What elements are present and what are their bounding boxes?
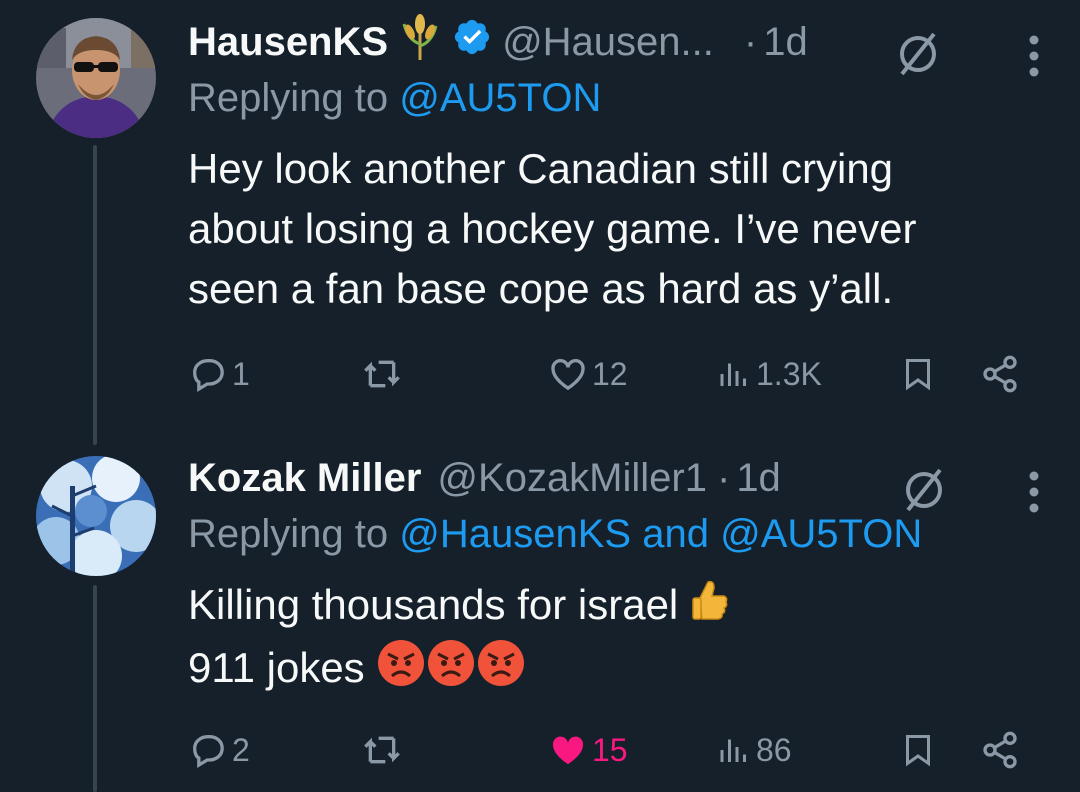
- like-button[interactable]: 12: [548, 350, 628, 398]
- tweet-hausenks[interactable]: HausenKS @Hausen... · 1d Replying to @AU…: [0, 0, 1080, 440]
- tweet-text-line: Hey look another Canadian still crying: [188, 145, 894, 192]
- action-bar: 2 15 86: [188, 726, 1028, 774]
- bookmark-icon: [906, 735, 930, 767]
- wheat-icon: [398, 14, 442, 70]
- share-icon: [983, 355, 1017, 393]
- retweet-icon: [364, 360, 400, 388]
- share-icon: [983, 731, 1017, 769]
- reply-count: 1: [232, 355, 250, 392]
- replying-to: Replying to @AU5TON: [188, 76, 1040, 121]
- handle[interactable]: @Hausen...: [502, 20, 714, 65]
- bookmark-button[interactable]: [900, 350, 936, 398]
- share-button[interactable]: [980, 726, 1020, 774]
- replying-to: Replying to @HausenKS and @AU5TON: [188, 512, 1040, 557]
- avatar-hausenks[interactable]: [36, 18, 156, 138]
- thumbs-up-emoji: [690, 578, 730, 638]
- views-count: 1.3K: [756, 355, 822, 392]
- reply-button[interactable]: 1: [188, 350, 250, 398]
- views-button[interactable]: 1.3K: [716, 350, 822, 398]
- mention-link[interactable]: @AU5TON: [399, 76, 601, 120]
- reply-count: 2: [232, 731, 250, 768]
- bookmark-icon: [906, 359, 930, 391]
- retweet-button[interactable]: [360, 726, 408, 774]
- views-icon: [720, 739, 746, 762]
- tweet-text-line: seen a fan base cope as hard as y’all.: [188, 265, 894, 312]
- timestamp[interactable]: 1d: [736, 456, 781, 501]
- views-icon: [720, 363, 746, 386]
- display-name[interactable]: HausenKS: [188, 20, 388, 65]
- dot-separator: ·: [743, 19, 758, 64]
- reply-icon: [192, 359, 224, 392]
- retweet-icon: [364, 736, 400, 764]
- avatar-kozakmiller[interactable]: [36, 456, 156, 576]
- views-count: 86: [756, 731, 792, 768]
- angry-face-emoji: [376, 638, 426, 704]
- dot-separator: ·: [716, 455, 731, 500]
- verified-badge-icon[interactable]: [452, 17, 492, 67]
- handle[interactable]: @KozakMiller1: [437, 456, 707, 501]
- reply-icon: [192, 735, 224, 768]
- display-name[interactable]: Kozak Miller: [188, 456, 421, 501]
- tweet-text: Hey look another Canadian still crying a…: [188, 139, 1040, 319]
- tweet-kozakmiller[interactable]: Kozak Miller @KozakMiller1 · 1d Replying…: [0, 440, 1080, 792]
- tweet-text-line: Killing thousands for israel: [188, 581, 679, 628]
- share-button[interactable]: [980, 350, 1020, 398]
- mention-link[interactable]: @AU5TON: [720, 512, 922, 556]
- tweet-text-line: 911 jokes: [188, 644, 365, 691]
- mention-link[interactable]: @HausenKS: [399, 512, 631, 556]
- like-button[interactable]: 15: [548, 726, 628, 774]
- replying-and: and: [642, 512, 709, 556]
- replying-to-label: Replying to: [188, 76, 389, 120]
- heart-icon: [552, 736, 584, 765]
- heart-icon: [551, 358, 585, 391]
- replying-to-label: Replying to: [188, 512, 389, 556]
- bookmark-button[interactable]: [900, 726, 936, 774]
- action-bar: 1 12 1.3K: [188, 350, 1028, 398]
- tweet-text: Killing thousands for israel 911 jokes: [188, 575, 1040, 704]
- retweet-button[interactable]: [360, 350, 408, 398]
- tweet-text-line: about losing a hockey game. I’ve never: [188, 205, 917, 252]
- more-options-icon[interactable]: [1028, 34, 1040, 78]
- more-options-icon[interactable]: [1028, 470, 1040, 514]
- like-count: 15: [592, 731, 628, 768]
- views-button[interactable]: 86: [716, 726, 792, 774]
- like-count: 12: [592, 355, 628, 392]
- angry-face-emoji: [476, 638, 526, 704]
- timestamp[interactable]: 1d: [763, 20, 808, 65]
- angry-face-emoji: [426, 638, 476, 704]
- grok-icon[interactable]: [900, 466, 948, 514]
- reply-button[interactable]: 2: [188, 726, 250, 774]
- grok-icon[interactable]: [894, 30, 942, 78]
